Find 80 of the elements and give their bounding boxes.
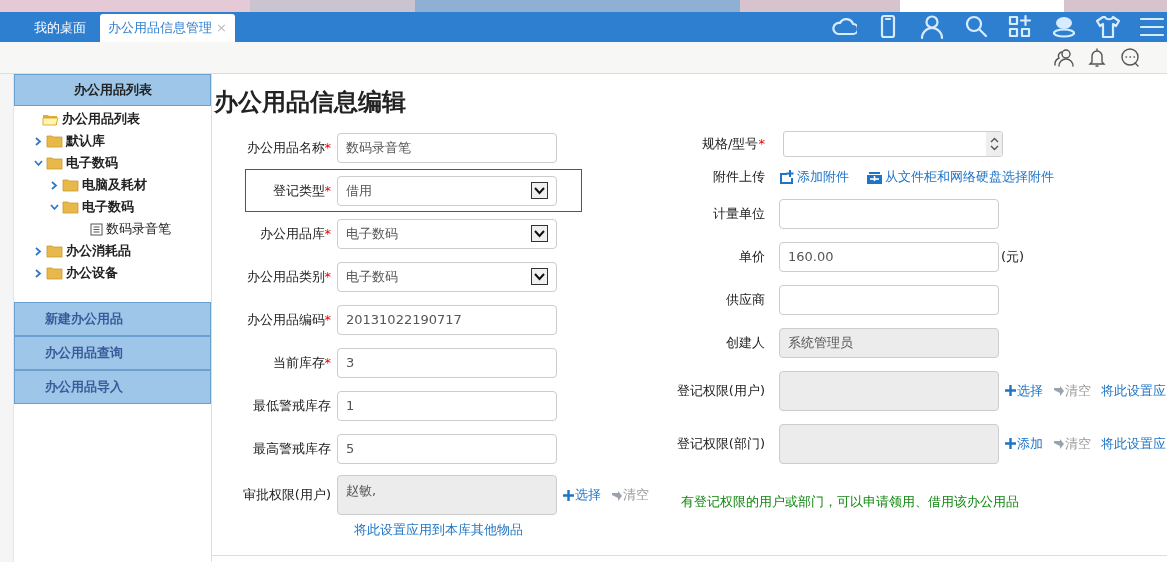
spinner-arrows-icon[interactable] <box>989 137 999 151</box>
sidebar-menu-item[interactable]: 办公用品导入 <box>14 370 211 404</box>
tree-item[interactable]: 数码录音笔 <box>106 219 171 239</box>
tree-item[interactable]: 电子数码 <box>82 197 134 217</box>
field-label: 计量单位 <box>712 204 766 223</box>
tab[interactable]: 办公用品信息管理 × <box>100 14 235 42</box>
input-field[interactable] <box>779 198 999 229</box>
select-link[interactable]: 添加 <box>1005 433 1043 454</box>
field-label: 规格/型号* <box>701 135 766 154</box>
input-field[interactable]: 5 <box>337 433 557 464</box>
sidebar-menu-item[interactable]: 办公用品查询 <box>14 336 211 370</box>
dropdown[interactable]: 借用 <box>337 175 557 206</box>
folder-icon <box>62 200 79 214</box>
input-field[interactable]: 3 <box>337 347 557 378</box>
contacts-icon[interactable] <box>1054 47 1075 68</box>
field-label: 登记类型* <box>271 181 332 200</box>
folder-icon <box>46 244 63 258</box>
apply-link[interactable]: 将此设置应 <box>1101 433 1166 454</box>
apply-link[interactable]: 将此设置应用到本库其他物品 <box>354 520 523 540</box>
field-label: 最低警戒库存 <box>252 396 332 415</box>
field-label: 审批权限(用户) <box>241 486 332 505</box>
folder-icon <box>46 134 63 148</box>
field-label: 创建人 <box>725 333 766 352</box>
plus-icon <box>563 489 574 501</box>
field-label: 登记权限(部门) <box>675 434 766 453</box>
field-label: 供应商 <box>725 290 766 309</box>
folder-icon <box>62 178 79 192</box>
hint-text: 有登记权限的用户或部门，可以申请领用、借用该办公用品 <box>681 493 1020 511</box>
select-link[interactable]: 选择 <box>1005 380 1043 401</box>
field-label: 办公用品名称* <box>245 138 332 157</box>
select-link[interactable]: 选择 <box>563 485 601 505</box>
folder-icon <box>46 266 63 280</box>
field-label: 单价 <box>738 247 766 266</box>
clear-arrow-icon <box>1053 438 1064 449</box>
chat-bubble-icon[interactable] <box>1051 14 1077 40</box>
attach-link[interactable]: 从文件柜和网络硬盘选择附件 <box>867 167 1054 187</box>
input-field[interactable]: 数码录音笔 <box>337 132 557 163</box>
field-label: 办公用品类别* <box>245 267 332 286</box>
tree-item[interactable]: 办公设备 <box>66 263 118 283</box>
search-icon[interactable] <box>963 14 989 40</box>
tree-item[interactable]: 办公用品列表 <box>62 109 140 129</box>
plus-icon <box>1005 385 1016 396</box>
user-icon[interactable] <box>919 14 945 40</box>
field-label: 登记权限(用户) <box>675 381 766 400</box>
dropdown[interactable]: 电子数码 <box>337 261 557 292</box>
clear-arrow-icon <box>611 489 622 501</box>
tree-item[interactable]: 办公消耗品 <box>66 241 131 261</box>
text-area[interactable]: 赵敏, <box>337 475 557 515</box>
add-file-icon <box>779 170 794 184</box>
attach-link[interactable]: 添加附件 <box>779 167 849 187</box>
field-label: 办公用品编码* <box>245 310 332 329</box>
tab[interactable]: 我的桌面 <box>20 14 100 42</box>
input-field[interactable] <box>779 284 999 315</box>
sidebar-title: 办公用品列表 <box>14 74 211 106</box>
shirt-icon[interactable] <box>1095 14 1121 40</box>
bell-icon[interactable] <box>1087 47 1108 68</box>
apps-icon[interactable] <box>1007 14 1033 40</box>
page-title: 办公用品信息编辑 <box>214 90 407 114</box>
document-icon <box>90 222 103 236</box>
chat-icon[interactable] <box>1120 47 1141 68</box>
dropdown[interactable]: 电子数码 <box>337 218 557 249</box>
input-field[interactable]: 系统管理员 <box>779 327 999 358</box>
input-field[interactable]: 1 <box>337 390 557 421</box>
field-label: 附件上传 <box>712 168 766 187</box>
folder-icon <box>46 156 63 170</box>
sidebar-menu-item[interactable]: 新建办公用品 <box>14 302 211 336</box>
input-field[interactable]: 160.00 <box>779 241 999 272</box>
plus-icon <box>1005 438 1016 449</box>
field-label: 办公用品库* <box>258 224 332 243</box>
unit-label: (元) <box>1001 247 1025 266</box>
field-label: 最高警戒库存 <box>252 439 332 458</box>
number-field[interactable] <box>783 131 1003 157</box>
tree-item[interactable]: 电脑及耗材 <box>82 175 147 195</box>
tree-item[interactable]: 默认库 <box>66 131 105 151</box>
clear-arrow-icon <box>1053 385 1064 396</box>
input-field[interactable]: 20131022190717 <box>337 304 557 335</box>
apply-link[interactable]: 将此设置应 <box>1101 380 1166 401</box>
cabinet-icon <box>867 170 882 184</box>
field-label: 当前库存* <box>271 353 332 372</box>
tree-item[interactable]: 电子数码 <box>66 153 118 173</box>
